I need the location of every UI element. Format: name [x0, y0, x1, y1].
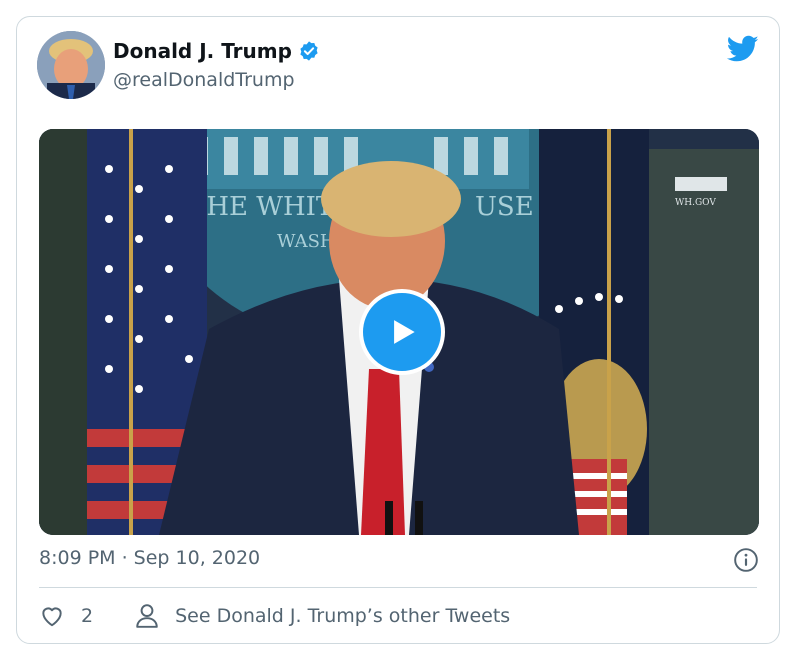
play-button[interactable]	[359, 289, 445, 375]
backdrop-text-line1: THE WHIT	[189, 192, 334, 222]
other-tweets-link[interactable]: See Donald J. Trump’s other Tweets	[93, 603, 510, 629]
play-icon	[394, 320, 415, 344]
avatar[interactable]	[37, 31, 105, 99]
tweet-card[interactable]: Donald J. Trump @realDonaldTrump THE WHI…	[16, 16, 780, 644]
other-tweets-label: See Donald J. Trump’s other Tweets	[175, 605, 511, 627]
author-handle[interactable]: @realDonaldTrump	[113, 69, 295, 91]
info-icon[interactable]	[733, 547, 759, 573]
person-icon	[136, 604, 158, 628]
video-player[interactable]: THE WHIT USE WASH WH.GOV	[39, 129, 759, 535]
author-name-text: Donald J. Trump	[113, 39, 292, 63]
heart-icon	[42, 607, 62, 627]
tweet-timestamp[interactable]: 8:09 PM · Sep 10, 2020	[39, 547, 260, 569]
twitter-bird-icon[interactable]	[727, 35, 759, 63]
verified-badge-icon	[300, 41, 318, 61]
author-name[interactable]: Donald J. Trump	[113, 39, 320, 63]
backdrop-text-line2: WASH	[277, 231, 336, 252]
like-button[interactable]: 2	[39, 603, 93, 629]
screen-label: WH.GOV	[675, 198, 716, 208]
backdrop-text-line1b: USE	[475, 192, 534, 222]
tweet-actions: 2 See Donald J. Trump’s other Tweets	[39, 603, 510, 629]
like-count: 2	[81, 605, 94, 627]
divider	[39, 587, 757, 588]
